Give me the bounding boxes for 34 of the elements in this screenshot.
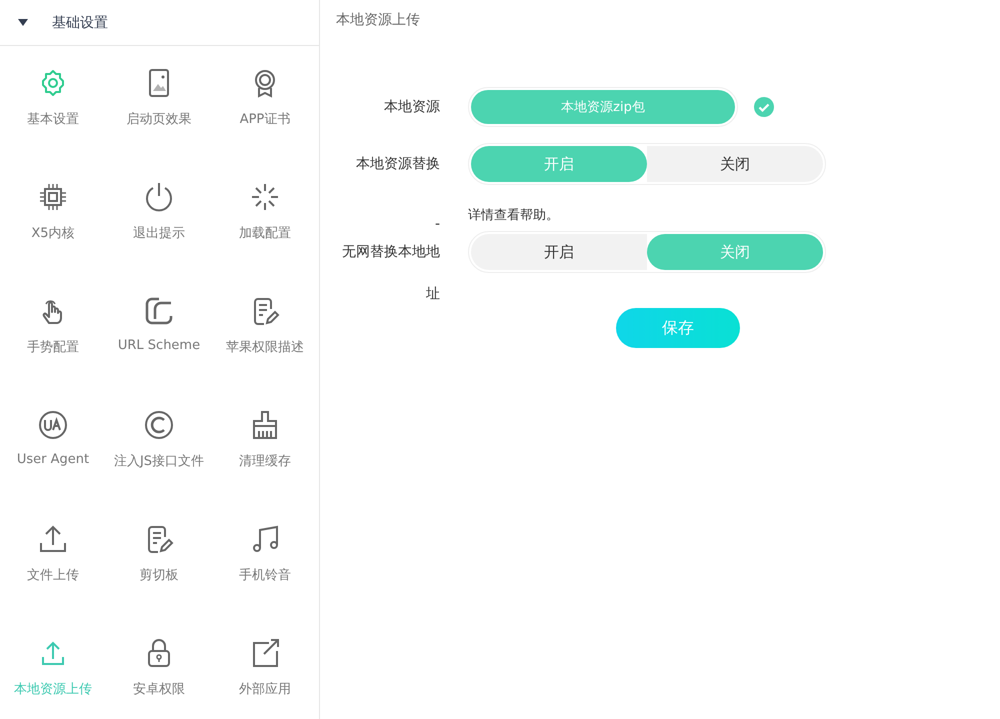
sidebar-item[interactable]: 启动页效果	[106, 51, 212, 165]
sidebar-item[interactable]: 注入JS接口文件	[106, 393, 212, 507]
sidebar-header[interactable]: 基础设置	[0, 0, 319, 46]
field-label: 无网替换本地地址	[341, 243, 440, 304]
toggle-option[interactable]: 关闭	[647, 146, 823, 182]
sidebar-item[interactable]: 加载配置	[212, 165, 318, 279]
ua-icon	[37, 409, 69, 441]
sidebar-item[interactable]: 退出提示	[106, 165, 212, 279]
sidebar-item[interactable]: 清理缓存	[212, 393, 318, 507]
sidebar-item[interactable]: 文件上传	[0, 507, 106, 621]
page-title: 本地资源上传	[336, 11, 421, 29]
loading-icon	[249, 181, 281, 213]
toggle-option[interactable]: 开启	[471, 234, 647, 270]
field-label: 本地资源替换	[355, 155, 440, 173]
sidebar-item[interactable]: 基本设置	[0, 51, 106, 165]
sidebar-item[interactable]: 手势配置	[0, 279, 106, 393]
field-label: -	[434, 215, 440, 232]
sidebar-item[interactable]: User Agent	[0, 393, 106, 507]
sidebar-item[interactable]: URL Scheme	[106, 279, 212, 393]
help-text: 详情查看帮助。	[468, 207, 559, 224]
copyright-icon	[143, 409, 175, 441]
sidebar-item[interactable]: X5内核	[0, 165, 106, 279]
power-icon	[143, 181, 175, 213]
chip-icon	[37, 181, 69, 213]
sidebar-item[interactable]: 手机铃音	[212, 507, 318, 621]
section-title: 基础设置	[52, 14, 108, 32]
upload-icon	[37, 523, 69, 555]
sidebar-item[interactable]: 苹果权限描述	[212, 279, 318, 393]
sidebar-item[interactable]: 剪切板	[106, 507, 212, 621]
sidebar-item[interactable]: APP证书	[212, 51, 318, 165]
field-label: 本地资源	[383, 98, 440, 116]
sidebar-item[interactable]: 外部应用	[212, 621, 318, 719]
sidebar-item[interactable]: 安卓权限	[106, 621, 212, 719]
link-frame-icon	[143, 295, 175, 327]
